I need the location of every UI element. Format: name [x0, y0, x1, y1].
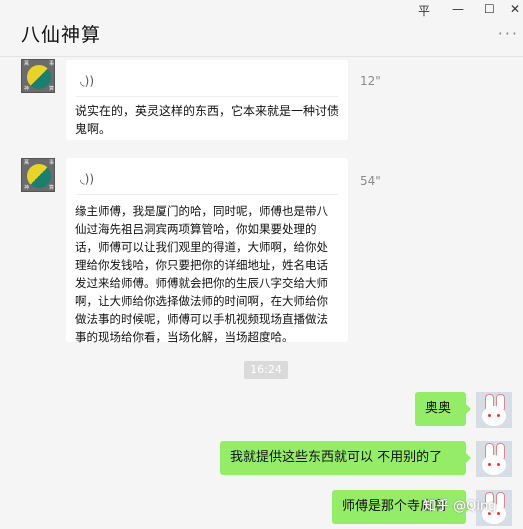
chat-title: 八仙神算	[21, 24, 102, 46]
maximize-button[interactable]: ☐	[484, 2, 495, 16]
avatar-char: 萬	[24, 160, 30, 166]
timestamp: 16:24	[244, 361, 288, 379]
sent-message-bubble[interactable]: 奥奥	[415, 392, 471, 426]
avatar-char: 萬	[24, 61, 30, 67]
voice-message-bubble[interactable]: ◟)) 说实在的，英灵这样的东西，它本来就是一种讨债鬼啊。	[66, 60, 348, 140]
watermark: 知乎 @Qing	[423, 499, 497, 514]
transcript-divider	[76, 96, 338, 97]
voice-icon[interactable]: ◟))	[80, 72, 94, 90]
avatar-char: 神	[24, 86, 30, 92]
avatar-char: 算	[49, 185, 55, 191]
contact-avatar[interactable]: 萬 事 神 算	[21, 59, 56, 94]
user-avatar[interactable]	[476, 392, 512, 428]
contact-avatar[interactable]: 萬 事 神 算	[21, 158, 56, 193]
voice-icon[interactable]: ◟))	[80, 170, 94, 188]
avatar-char: 事	[49, 61, 55, 67]
pin-button[interactable]: 平	[418, 2, 430, 19]
voice-transcript: 缘主师傅，我是厦门的哈，同时呢，师傅也是带八仙过海先祖吕洞宾两项算管哈，你如果要…	[75, 204, 328, 344]
avatar-char: 事	[49, 160, 55, 166]
voice-duration: 54"	[360, 174, 381, 188]
minimize-button[interactable]: —	[452, 2, 464, 16]
voice-transcript: 说实在的，英灵这样的东西，它本来就是一种讨债鬼啊。	[75, 104, 340, 136]
avatar-char: 算	[49, 86, 55, 92]
close-button[interactable]: ✕	[510, 2, 520, 16]
title-bar: 八仙神算 平 — ☐ ✕ ···	[0, 0, 523, 56]
user-avatar[interactable]	[476, 441, 512, 477]
voice-message-bubble[interactable]: ◟)) 缘主师傅，我是厦门的哈，同时呢，师傅也是带八仙过海先祖吕洞宾两项算管哈，…	[66, 158, 348, 344]
header-divider	[0, 56, 523, 57]
voice-duration: 12"	[360, 74, 381, 88]
avatar-char: 神	[24, 185, 30, 191]
sent-message-bubble[interactable]: 我就提供这些东西就可以 不用别的了	[220, 441, 471, 475]
transcript-divider	[76, 194, 338, 195]
more-options-icon[interactable]: ···	[498, 24, 519, 43]
